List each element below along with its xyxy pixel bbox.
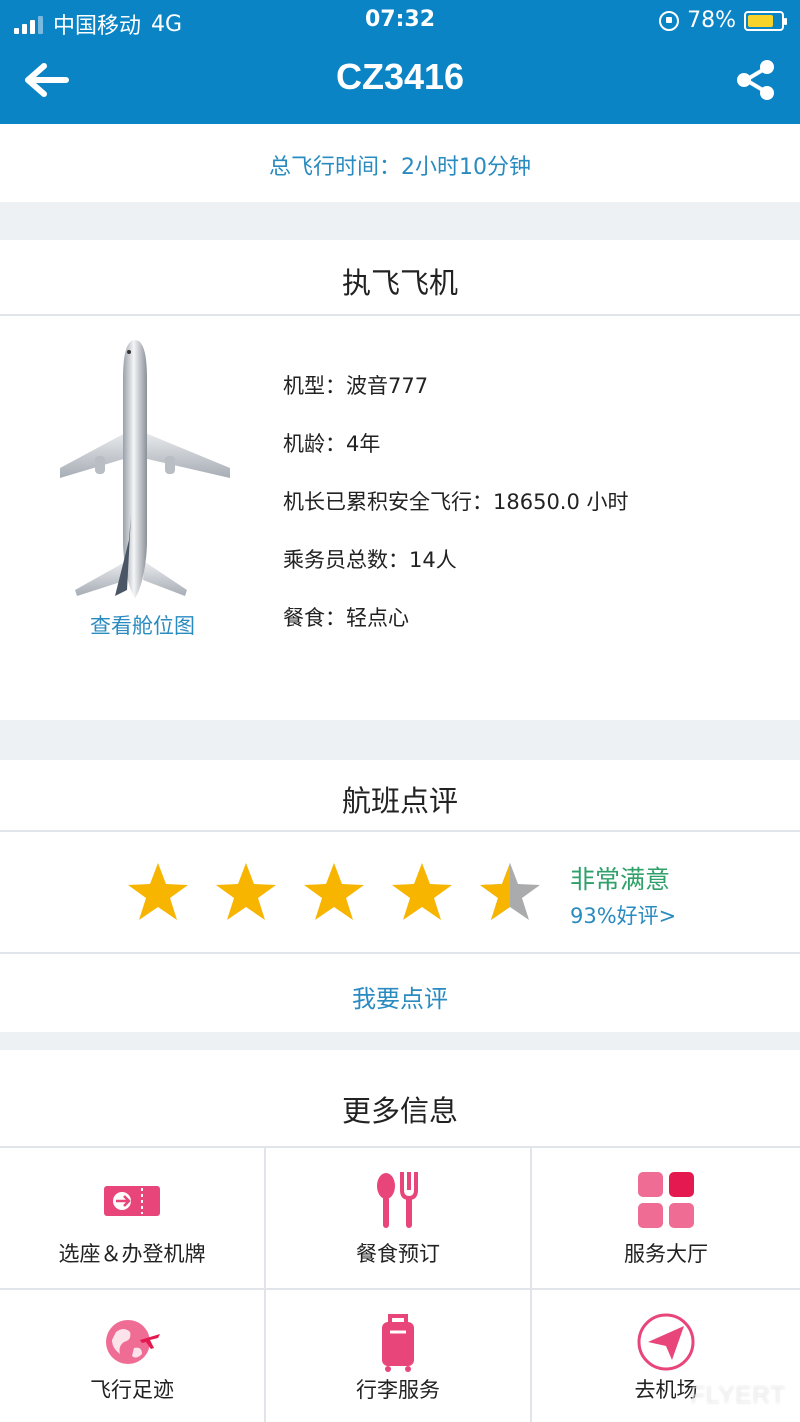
service-grid: 选座＆办登机牌 餐食预订 服务大厅 飞行足迹 行李服务 去机场 (0, 1146, 800, 1422)
watermark: FLYERT (690, 1382, 786, 1409)
service-label: 餐食预订 (356, 1242, 440, 1266)
captain-flight-hours: 机长已累积安全飞行：18650.0 小时 (283, 490, 629, 514)
flight-duration: 总飞行时间：2小时10分钟 (269, 155, 531, 180)
service-seat-checkin[interactable]: 选座＆办登机牌 (0, 1146, 266, 1288)
crew-count: 乘务员总数：14人 (283, 548, 457, 572)
star-icon (392, 863, 452, 920)
satisfaction-label: 非常满意 (570, 865, 671, 894)
status-bar: 中国移动 4G 07:32 78% (0, 0, 800, 40)
aircraft-section: 执飞飞机 查看舱位图 机型：波音777 机龄：4年 机长已累积安全飞行：1865… (0, 240, 800, 720)
battery-percent: 78% (687, 8, 736, 33)
luggage-icon (382, 1314, 414, 1372)
positive-rate-link[interactable]: 93%好评> (570, 900, 676, 930)
aircraft-age: 机龄：4年 (283, 432, 381, 456)
rotation-lock-icon (659, 10, 680, 31)
airplane-image (60, 340, 230, 598)
service-flight-footprint[interactable]: 飞行足迹 (0, 1288, 266, 1422)
divider (0, 314, 800, 316)
service-label: 行李服务 (356, 1378, 440, 1402)
service-label: 服务大厅 (624, 1242, 708, 1266)
service-meal-booking[interactable]: 餐食预订 (266, 1146, 532, 1288)
grid-icon (638, 1172, 694, 1228)
service-label: 选座＆办登机牌 (58, 1242, 206, 1266)
boarding-pass-icon (104, 1186, 160, 1216)
service-hall[interactable]: 服务大厅 (532, 1146, 800, 1288)
review-section-title: 航班点评 (341, 784, 458, 818)
page-title: CZ3416 (335, 56, 465, 97)
write-review-button[interactable]: 我要点评 (0, 979, 800, 1014)
flight-duration-panel: 总飞行时间：2小时10分钟 (0, 124, 800, 202)
fork-spoon-icon (377, 1172, 418, 1228)
seat-map-link[interactable]: 查看舱位图 (90, 610, 195, 640)
aircraft-section-title: 执飞飞机 (341, 266, 458, 300)
battery-icon (744, 10, 787, 31)
star-icon (128, 863, 188, 920)
aircraft-type: 机型：波音777 (283, 374, 429, 398)
star-icon (216, 863, 276, 920)
divider (0, 952, 800, 954)
rating-stars (125, 860, 543, 926)
divider (0, 830, 800, 832)
half-star-icon (480, 863, 540, 920)
share-icon[interactable] (734, 58, 778, 102)
service-luggage[interactable]: 行李服务 (266, 1288, 532, 1422)
more-info-title: 更多信息 (341, 1094, 458, 1128)
globe-plane-icon (106, 1320, 160, 1364)
navigation-arrow-icon (637, 1313, 695, 1371)
nav-bar: CZ3416 (0, 40, 800, 124)
meal-type: 餐食：轻点心 (283, 606, 409, 630)
aircraft-info-list: 机型：波音777 机龄：4年 机长已累积安全飞行：18650.0 小时 乘务员总… (283, 370, 629, 660)
service-label: 飞行足迹 (90, 1378, 174, 1402)
star-icon (304, 863, 364, 920)
